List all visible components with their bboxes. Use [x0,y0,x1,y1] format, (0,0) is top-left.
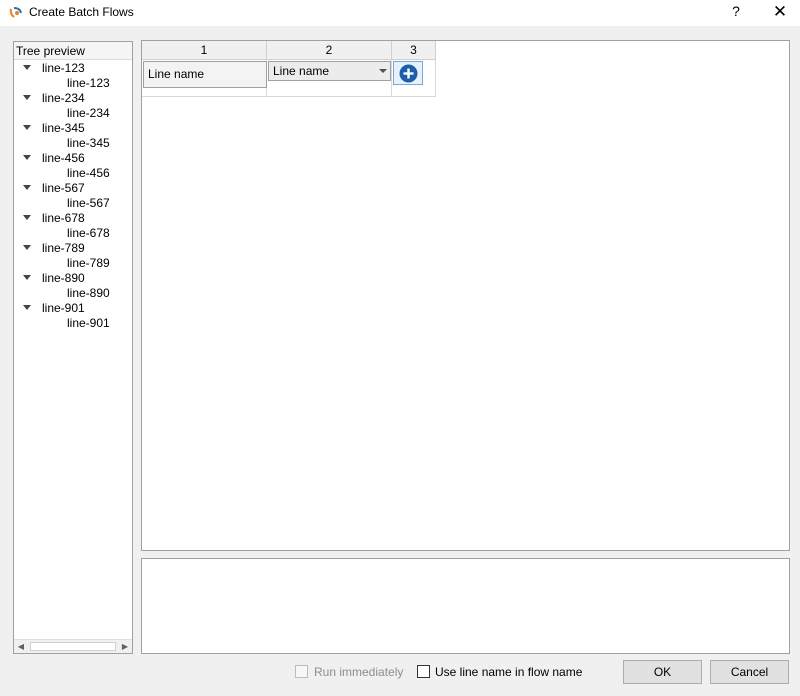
line-name-field[interactable]: Line name [143,61,267,88]
tree-node: line-789 line-789 [14,241,132,271]
app-logo-icon [9,7,22,18]
title-bar: Create Batch Flows ? ✕ [0,0,800,26]
tree-parent-item[interactable]: line-234 [14,91,132,106]
tree-parent-label: line-123 [42,61,85,75]
tree-node: line-567 line-567 [14,181,132,211]
column-header-1[interactable]: 1 [142,41,267,60]
tree-parent-label: line-567 [42,181,85,195]
expand-arrow-icon[interactable] [23,95,31,100]
tree-node: line-345 line-345 [14,121,132,151]
run-immediately-checkbox[interactable] [295,665,308,678]
grid-cell-2: Line name [267,60,392,97]
expand-arrow-icon[interactable] [23,305,31,310]
close-button[interactable]: ✕ [770,2,790,22]
preview-text-area[interactable] [141,558,790,654]
chevron-down-icon[interactable] [379,69,387,73]
dropdown-value: Line name [273,64,330,78]
expand-arrow-icon[interactable] [23,215,31,220]
tree-child-item[interactable]: line-456 [67,166,110,181]
tree-parent-label: line-901 [42,301,85,315]
tree-parent-item[interactable]: line-123 [14,61,132,76]
expand-arrow-icon[interactable] [23,65,31,70]
tree-child-item[interactable]: line-123 [67,76,110,91]
tree-child-item[interactable]: line-345 [67,136,110,151]
tree-parent-label: line-678 [42,211,85,225]
plus-circle-icon [399,64,418,83]
scroll-left-icon[interactable]: ◀ [14,640,28,653]
column-header-3[interactable]: 3 [392,41,436,60]
expand-arrow-icon[interactable] [23,125,31,130]
expand-arrow-icon[interactable] [23,155,31,160]
tree-child-item[interactable]: line-789 [67,256,110,271]
tree-parent-item[interactable]: line-456 [14,151,132,166]
window-title: Create Batch Flows [29,5,134,19]
tree-node: line-123 line-123 [14,61,132,91]
tree-parent-item[interactable]: line-567 [14,181,132,196]
line-name-dropdown[interactable]: Line name [268,61,391,81]
horizontal-scrollbar[interactable]: ◀ ▶ [14,639,132,653]
tree-parent-label: line-789 [42,241,85,255]
column-header-2[interactable]: 2 [267,41,392,60]
grid-cell-1: Line name [142,60,267,97]
tree-parent-item[interactable]: line-789 [14,241,132,256]
cancel-button[interactable]: Cancel [710,660,789,684]
grid-cell-3 [392,60,436,97]
tree-parent-item[interactable]: line-901 [14,301,132,316]
help-button[interactable]: ? [726,3,746,21]
tree-node: line-901 line-901 [14,301,132,331]
tree-preview-panel[interactable]: Tree preview line-123 line-123 line-234 … [13,41,133,654]
add-column-button[interactable] [393,61,423,85]
scroll-thumb[interactable] [30,642,116,651]
run-immediately-label: Run immediately [314,665,404,679]
tree-parent-label: line-345 [42,121,85,135]
tree-child-item[interactable]: line-890 [67,286,110,301]
expand-arrow-icon[interactable] [23,275,31,280]
tree-preview-header: Tree preview [14,42,132,60]
scroll-right-icon[interactable]: ▶ [118,640,132,653]
flow-grid: 1 2 3 Line name Line name [141,40,790,551]
tree-child-item[interactable]: line-678 [67,226,110,241]
use-line-name-checkbox[interactable] [417,665,430,678]
ok-button[interactable]: OK [623,660,702,684]
use-line-name-label: Use line name in flow name [435,665,583,679]
tree-list: line-123 line-123 line-234 line-234 line… [14,61,132,331]
tree-child-item[interactable]: line-567 [67,196,110,211]
tree-parent-item[interactable]: line-345 [14,121,132,136]
expand-arrow-icon[interactable] [23,245,31,250]
tree-child-item[interactable]: line-234 [67,106,110,121]
tree-parent-label: line-456 [42,151,85,165]
tree-child-item[interactable]: line-901 [67,316,110,331]
tree-node: line-890 line-890 [14,271,132,301]
tree-parent-label: line-890 [42,271,85,285]
tree-node: line-678 line-678 [14,211,132,241]
tree-parent-label: line-234 [42,91,85,105]
expand-arrow-icon[interactable] [23,185,31,190]
tree-node: line-456 line-456 [14,151,132,181]
tree-parent-item[interactable]: line-890 [14,271,132,286]
tree-node: line-234 line-234 [14,91,132,121]
tree-parent-item[interactable]: line-678 [14,211,132,226]
